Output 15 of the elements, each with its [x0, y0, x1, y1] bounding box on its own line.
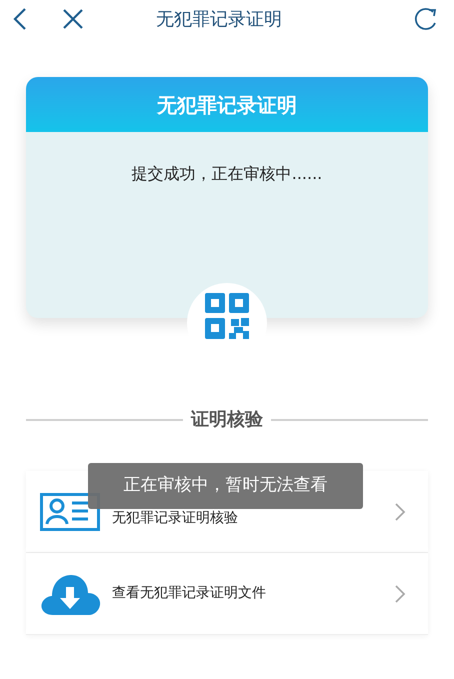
qr-code-icon: [205, 293, 249, 339]
card-title: 无犯罪记录证明: [157, 92, 297, 118]
toast-message: 正在审核中，暂时无法查看: [88, 463, 363, 509]
status-text: 提交成功，正在审核中......: [132, 163, 322, 185]
page-title: 无犯罪记录证明: [156, 8, 282, 32]
chevron-right-icon: [394, 584, 406, 604]
id-card-icon: [40, 492, 100, 530]
refresh-icon[interactable]: [414, 7, 438, 31]
row-label: 查看无犯罪记录证明文件: [112, 584, 267, 603]
row-label: 无犯罪记录证明核验: [112, 509, 239, 528]
chevron-right-icon: [394, 502, 406, 522]
menu-row[interactable]: 查看无犯罪记录证明文件: [26, 553, 428, 635]
back-icon[interactable]: [12, 7, 28, 31]
close-icon[interactable]: [62, 8, 84, 30]
section-title: 证明核验: [191, 408, 263, 432]
